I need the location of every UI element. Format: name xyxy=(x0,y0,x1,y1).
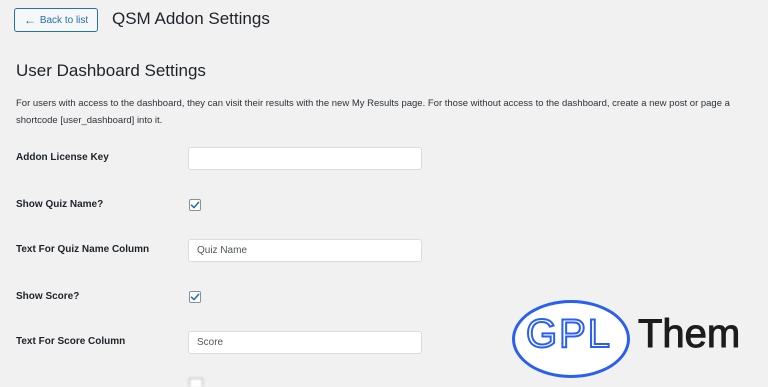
page-title: QSM Addon Settings xyxy=(112,9,270,28)
description-line-1: For users with access to the dashboard, … xyxy=(16,98,730,109)
checkmark-icon xyxy=(190,201,200,209)
score-column-label: Text For Score Column xyxy=(16,336,126,347)
license-key-label: Addon License Key xyxy=(16,152,109,163)
score-column-input[interactable] xyxy=(188,331,422,354)
partial-checkbox[interactable] xyxy=(189,378,203,387)
show-quiz-name-label: Show Quiz Name? xyxy=(16,199,104,210)
description-line-2: shortcode [user_dashboard] into it. xyxy=(16,115,163,126)
watermark-logo: GPL Them xyxy=(512,298,768,384)
show-score-label: Show Score? xyxy=(16,291,80,302)
section-description: For users with access to the dashboard, … xyxy=(16,95,768,129)
quiz-name-column-label: Text For Quiz Name Column xyxy=(16,244,150,255)
show-quiz-name-checkbox[interactable] xyxy=(189,199,201,211)
checkmark-icon xyxy=(190,293,200,301)
watermark-gpl-text: GPL xyxy=(525,311,613,357)
license-key-input[interactable] xyxy=(188,147,422,170)
watermark-suffix-text: Them xyxy=(637,312,741,357)
show-score-checkbox[interactable] xyxy=(189,291,201,303)
back-to-list-label: Back to list xyxy=(39,14,89,26)
section-title: User Dashboard Settings xyxy=(16,61,206,80)
back-to-list-button[interactable]: ← Back to list xyxy=(14,8,98,32)
arrow-left-icon: ← xyxy=(23,13,36,27)
quiz-name-column-input[interactable] xyxy=(188,239,422,262)
